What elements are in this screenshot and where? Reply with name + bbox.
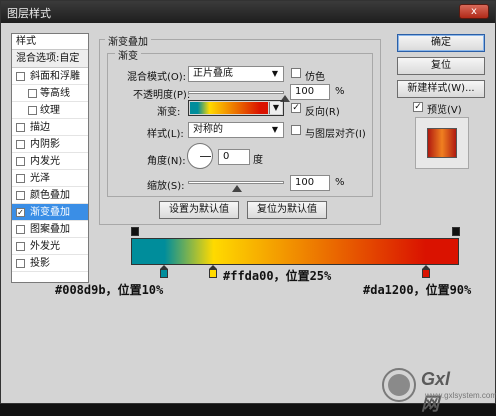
dither-checkbox[interactable] xyxy=(291,68,301,78)
angle-label: 角度(N): xyxy=(147,156,186,167)
layer-style-dialog: 图层样式 x 样式 混合选项:自定 斜面和浮雕等高线纹理描边内阴影内发光光泽颜色… xyxy=(0,0,496,414)
sidebar-item-label: 光泽 xyxy=(30,173,50,184)
sidebar-item-checkbox[interactable] xyxy=(16,72,25,81)
opacity-stop-right[interactable] xyxy=(452,227,460,236)
scale-slider-thumb[interactable] xyxy=(232,185,242,192)
sidebar-item-checkbox[interactable] xyxy=(16,174,25,183)
scale-label: 缩放(S): xyxy=(147,181,185,192)
gradient-subgroup-title: 渐变 xyxy=(115,47,141,62)
annotation-stop-3: #da1200，位置90% xyxy=(363,283,472,297)
sidebar-item-checkbox[interactable] xyxy=(28,89,37,98)
sidebar-item-label: 纹理 xyxy=(40,105,60,116)
sidebar-item-checkbox[interactable]: ✓ xyxy=(16,208,25,217)
sidebar-item[interactable]: 等高线 xyxy=(12,85,88,102)
sidebar-item-label: 描边 xyxy=(30,122,50,133)
reverse-label: 反向(R) xyxy=(305,107,340,118)
style-value: 对称的 xyxy=(193,124,223,135)
color-stop[interactable] xyxy=(209,269,217,278)
sidebar-item[interactable]: 投影 xyxy=(12,255,88,272)
sidebar-item-label: 图案叠加 xyxy=(30,224,70,235)
sidebar-item-checkbox[interactable] xyxy=(16,242,25,251)
sidebar-item[interactable]: 纹理 xyxy=(12,102,88,119)
sidebar-item[interactable]: 外发光 xyxy=(12,238,88,255)
sidebar-item[interactable]: ✓ 渐变叠加 xyxy=(12,204,88,221)
sidebar-item[interactable]: 图案叠加 xyxy=(12,221,88,238)
set-default-button[interactable]: 设置为默认值 xyxy=(159,201,239,219)
sidebar-item-label: 颜色叠加 xyxy=(30,190,70,201)
preview-label: 预览(V) xyxy=(427,105,462,116)
angle-dial-hand xyxy=(200,156,211,157)
sidebar-item-label: 外发光 xyxy=(30,241,60,252)
opacity-input[interactable]: 100 xyxy=(290,84,330,100)
sidebar-header: 样式 xyxy=(12,34,88,50)
reverse-checkbox[interactable]: ✓ xyxy=(291,103,301,113)
chevron-down-icon: ▼ xyxy=(271,69,279,78)
close-button[interactable]: x xyxy=(459,4,489,19)
sidebar-item[interactable]: 内阴影 xyxy=(12,136,88,153)
sidebar-item[interactable]: 内发光 xyxy=(12,153,88,170)
sidebar-item-label: 渐变叠加 xyxy=(30,207,70,218)
reset-button[interactable]: 复位 xyxy=(397,57,485,75)
align-with-layer-label: 与图层对齐(I) xyxy=(305,129,366,140)
style-preview xyxy=(415,117,469,169)
chevron-down-icon: ▼ xyxy=(271,125,279,134)
gradient-overlay-title: 渐变叠加 xyxy=(105,33,151,48)
blend-mode-label: 混合模式(O): xyxy=(127,72,187,83)
opacity-stop-left[interactable] xyxy=(131,227,139,236)
opacity-unit: % xyxy=(335,86,345,97)
sidebar-item-checkbox[interactable] xyxy=(16,140,25,149)
blend-mode-select[interactable]: 正片叠底 ▼ xyxy=(188,66,284,82)
sidebar-item-checkbox[interactable] xyxy=(28,106,37,115)
watermark-url: www.gxlsystem.com xyxy=(425,391,496,400)
sidebar-item-label: 内发光 xyxy=(30,156,60,167)
style-select[interactable]: 对称的 ▼ xyxy=(188,122,284,138)
sidebar-item-checkbox[interactable] xyxy=(16,225,25,234)
color-stop[interactable] xyxy=(159,269,168,278)
gradient-dropdown-icon[interactable]: ▼ xyxy=(269,102,282,114)
watermark: Gxl 网 www.gxlsystem.com xyxy=(381,367,496,414)
sidebar-item-checkbox[interactable] xyxy=(16,157,25,166)
annotation-stop-1: #008d9b，位置10% xyxy=(55,283,164,297)
gradient-picker[interactable]: ▼ xyxy=(188,100,284,116)
preview-swatch xyxy=(427,128,457,158)
gradient-label: 渐变: xyxy=(157,107,181,118)
sidebar-item-checkbox[interactable] xyxy=(16,259,25,268)
angle-unit: 度 xyxy=(253,155,263,166)
window-title: 图层样式 xyxy=(7,7,51,20)
watermark-logo-icon xyxy=(382,368,416,402)
sidebar-item[interactable]: 描边 xyxy=(12,119,88,136)
sidebar-item-blend-options[interactable]: 混合选项:自定 xyxy=(12,50,88,68)
angle-dial[interactable] xyxy=(187,143,213,169)
sidebar-item[interactable]: 斜面和浮雕 xyxy=(12,68,88,85)
sidebar-item-checkbox[interactable] xyxy=(16,123,25,132)
styles-sidebar: 样式 混合选项:自定 斜面和浮雕等高线纹理描边内阴影内发光光泽颜色叠加 ✓ 渐变叠加… xyxy=(11,33,89,283)
gradient-preview-mini[interactable] xyxy=(190,102,268,114)
scale-slider[interactable] xyxy=(188,181,284,192)
sidebar-item-label: 斜面和浮雕 xyxy=(30,71,80,82)
gradient-bar[interactable] xyxy=(131,238,459,265)
scale-input[interactable]: 100 xyxy=(290,175,330,191)
title-bar: 图层样式 x xyxy=(1,1,495,23)
opacity-label: 不透明度(P): xyxy=(133,90,191,101)
style-label: 样式(L): xyxy=(147,129,184,140)
reset-default-button[interactable]: 复位为默认值 xyxy=(247,201,327,219)
sidebar-item[interactable]: 光泽 xyxy=(12,170,88,187)
opacity-slider[interactable] xyxy=(188,91,290,102)
sidebar-item[interactable]: 颜色叠加 xyxy=(12,187,88,204)
sidebar-item-label: 投影 xyxy=(30,258,50,269)
sidebar-item-label: 等高线 xyxy=(40,88,70,99)
sidebar-item-checkbox[interactable] xyxy=(16,191,25,200)
dither-label: 仿色 xyxy=(305,72,325,83)
scale-unit: % xyxy=(335,177,345,188)
new-style-button[interactable]: 新建样式(W)... xyxy=(397,80,485,98)
sidebar-item-label: 内阴影 xyxy=(30,139,60,150)
preview-checkbox[interactable]: ✓ xyxy=(413,102,423,112)
annotation-stop-2: #ffda00，位置25% xyxy=(223,269,332,283)
align-with-layer-checkbox[interactable] xyxy=(291,125,301,135)
blend-mode-value: 正片叠底 xyxy=(193,68,233,79)
color-stop[interactable] xyxy=(422,269,431,278)
angle-input[interactable]: 0 xyxy=(218,149,250,165)
ok-button[interactable]: 确定 xyxy=(397,34,485,52)
